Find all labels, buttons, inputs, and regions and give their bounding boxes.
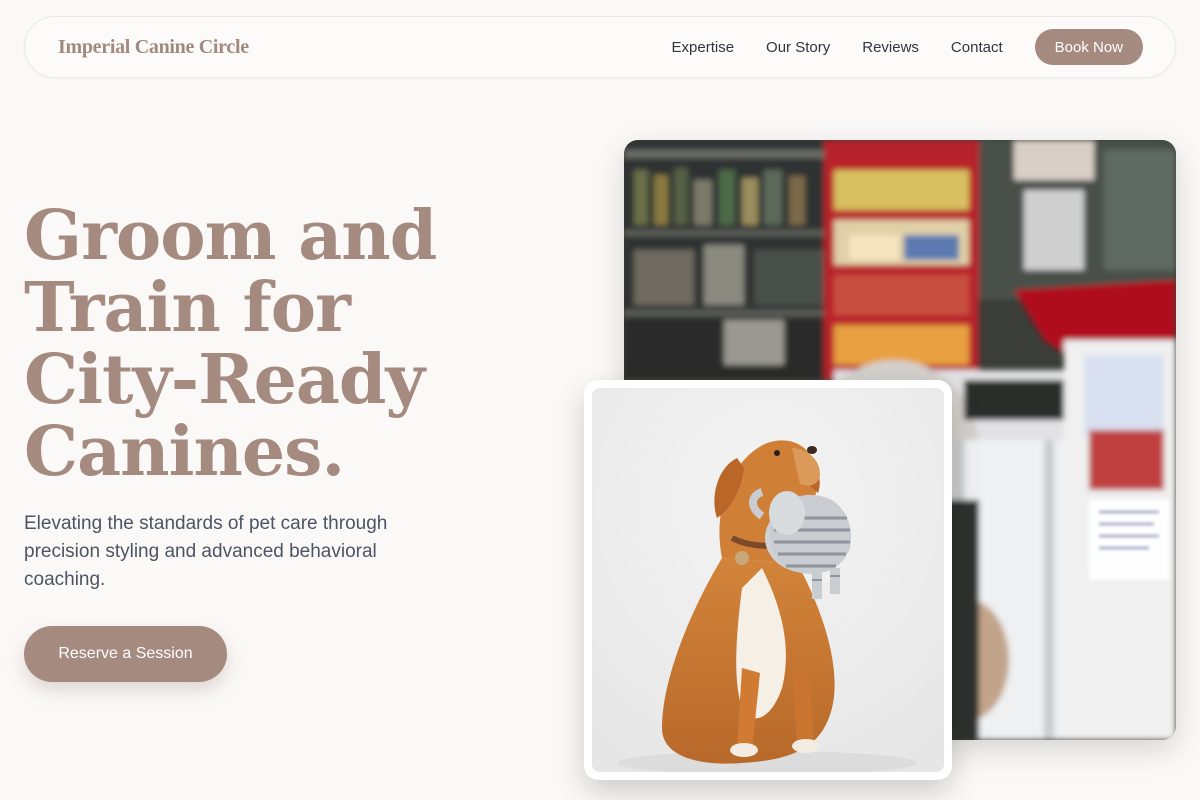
nav-links: Expertise Our Story Reviews Contact Book… — [672, 29, 1143, 65]
hero-subtitle: Elevating the standards of pet care thro… — [24, 513, 388, 590]
hero-title-line-4: Canines. — [24, 412, 345, 492]
nav-link-expertise[interactable]: Expertise — [672, 39, 735, 56]
dog-photo — [592, 388, 944, 772]
hero-title-line-3: City-Ready — [24, 340, 425, 420]
top-navbar: Imperial Canine Circle Expertise Our Sto… — [24, 16, 1176, 78]
hero-title: Groom and Train for City-Ready Canines. — [24, 200, 544, 488]
dog-photo-card — [584, 380, 952, 780]
book-now-button[interactable]: Book Now — [1034, 29, 1143, 65]
nav-link-reviews[interactable]: Reviews — [862, 39, 919, 56]
nav-link-our-story[interactable]: Our Story — [766, 39, 830, 56]
dog-with-toy-illustration — [592, 388, 944, 772]
brand-logo[interactable]: Imperial Canine Circle — [58, 36, 249, 59]
hero-title-line-2: Train for — [24, 268, 351, 348]
nav-link-contact[interactable]: Contact — [951, 39, 1003, 56]
hero-title-line-1: Groom and — [24, 196, 437, 276]
reserve-session-button[interactable]: Reserve a Session — [24, 626, 227, 682]
